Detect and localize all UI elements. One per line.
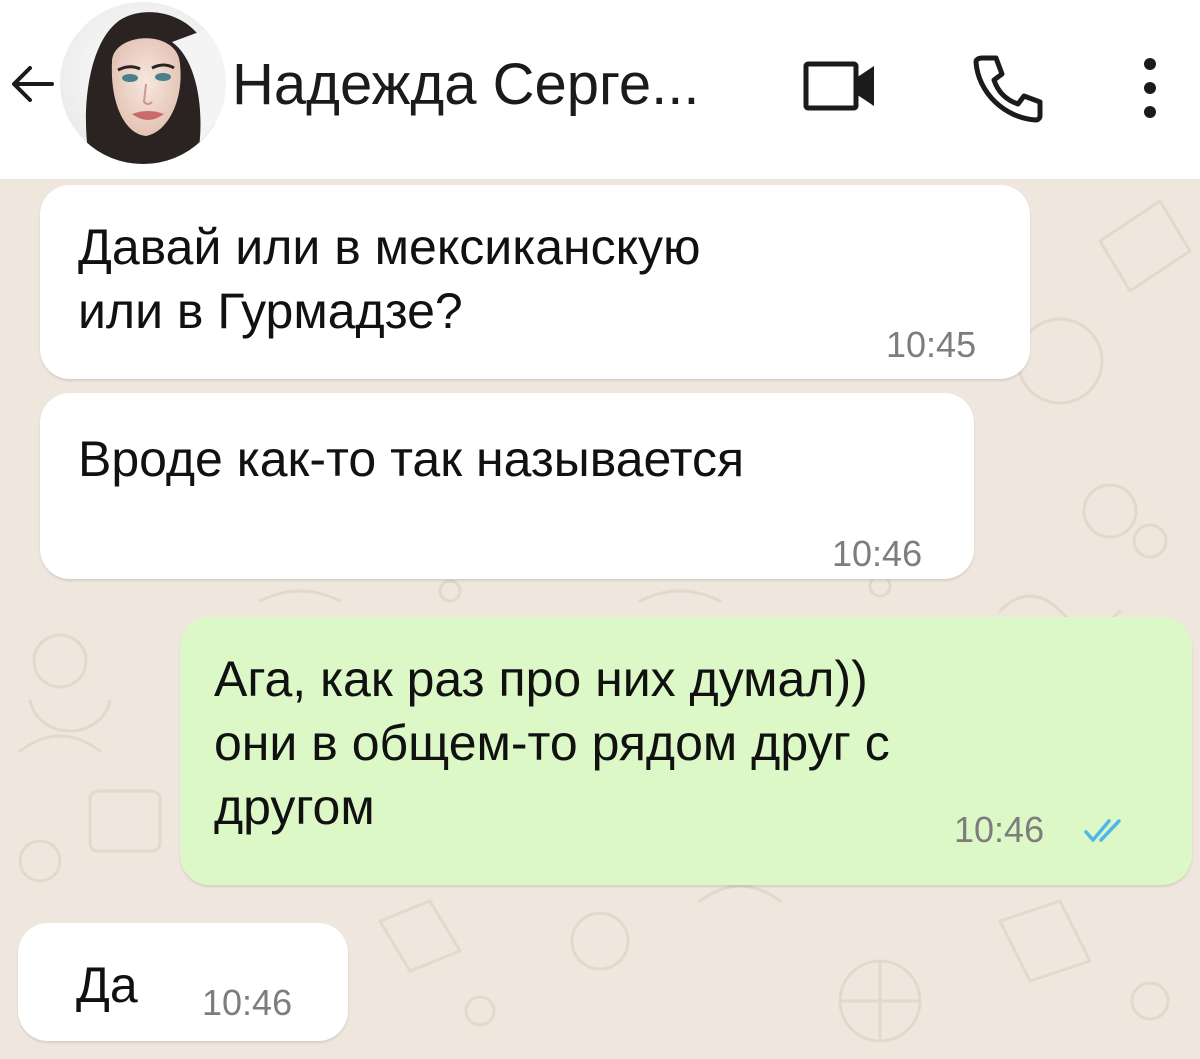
message-text: Да [76, 957, 138, 1013]
read-receipt-icon [1084, 819, 1121, 842]
message-text: Вроде как-то так называется [78, 431, 745, 487]
message-time: 10:46 [832, 533, 923, 574]
message-time: 10:46 [202, 982, 293, 1023]
avatar-portrait-image [60, 2, 226, 164]
contact-avatar[interactable] [60, 2, 226, 164]
message-text: Давай или в мексиканскую или в Гурмадзе? [78, 219, 701, 339]
video-call-icon [803, 61, 874, 111]
message-text: Ага, как раз про них думал)) они в общем… [214, 651, 890, 835]
message-bubble-incoming[interactable]: Вроде как-то так называется 10:46 [40, 393, 974, 579]
arrow-left-icon [12, 66, 54, 102]
message-bubble-outgoing[interactable]: Ага, как раз про них думал)) они в общем… [180, 617, 1192, 885]
message-time: 10:46 [954, 809, 1045, 850]
message-bubble-incoming[interactable]: Да 10:46 [18, 923, 348, 1041]
more-vertical-icon [1144, 58, 1156, 118]
more-options-button[interactable] [1126, 52, 1174, 124]
chat-header: Надежда Серге... [0, 0, 1200, 180]
message-bubble-incoming[interactable]: Давай или в мексиканскую или в Гурмадзе?… [40, 185, 1030, 379]
back-button[interactable] [6, 58, 58, 110]
phone-icon [973, 55, 1043, 123]
voice-call-button[interactable] [968, 48, 1048, 128]
video-call-button[interactable] [800, 56, 880, 116]
message-time: 10:45 [886, 324, 977, 365]
contact-name[interactable]: Надежда Серге... [232, 50, 752, 120]
chat-area[interactable]: Давай или в мексиканскую или в Гурмадзе?… [0, 181, 1200, 1059]
